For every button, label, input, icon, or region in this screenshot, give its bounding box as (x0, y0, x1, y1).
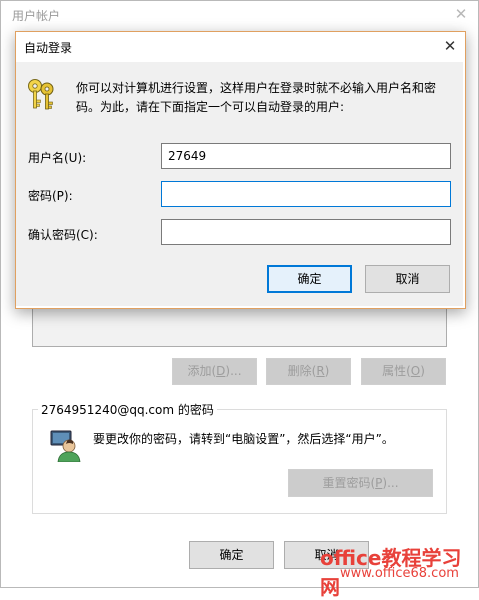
password-group-title: 2764951240@qq.com 的密码 (38, 401, 217, 418)
window-title: 用户帐户 (12, 9, 61, 23)
keys-icon (28, 79, 54, 110)
remove-button-label: 删除( (287, 364, 317, 378)
reset-password-label: 重置密码( (322, 476, 376, 490)
username-input[interactable] (161, 143, 451, 169)
close-icon[interactable]: ✕ (450, 3, 472, 25)
add-button-label: 添加( (187, 364, 217, 378)
confirm-password-input[interactable] (161, 219, 451, 245)
properties-button-label: 属性( (382, 364, 411, 378)
dialog-title: 自动登录 (24, 41, 73, 55)
window-ok-button[interactable]: 确定 (189, 541, 274, 569)
password-group (32, 409, 447, 514)
user-icon (50, 430, 81, 462)
dialog-description: 你可以对计算机进行设置，这样用户在登录时就不必输入用户名和密码。为此，请在下面指… (76, 81, 437, 114)
dialog-close-icon[interactable]: ✕ (439, 35, 461, 57)
cancel-button[interactable]: 取消 (365, 265, 450, 293)
remove-button-suffix: ) (324, 364, 330, 378)
properties-button-key: O (410, 364, 421, 378)
password-label: 密码(P): (28, 189, 73, 203)
reset-password-button[interactable]: 重置密码(P)... (288, 469, 433, 497)
password-hint: 要更改你的密码，请转到“电脑设置”，然后选择“用户”。 (93, 432, 394, 446)
add-button-suffix: )... (225, 364, 242, 378)
confirm-password-label: 确认密码(C): (28, 228, 98, 242)
properties-button-suffix: ) (420, 364, 425, 378)
watermark-url: www.office68.com (340, 566, 459, 581)
properties-button[interactable]: 属性(O) (361, 358, 446, 385)
ok-button[interactable]: 确定 (267, 265, 352, 293)
remove-button-key: R (316, 364, 325, 378)
add-button[interactable]: 添加(D)... (172, 358, 257, 385)
password-input[interactable] (161, 181, 451, 207)
remove-button[interactable]: 删除(R) (266, 358, 351, 385)
username-label: 用户名(U): (28, 151, 87, 165)
reset-password-suffix: )... (382, 476, 399, 490)
